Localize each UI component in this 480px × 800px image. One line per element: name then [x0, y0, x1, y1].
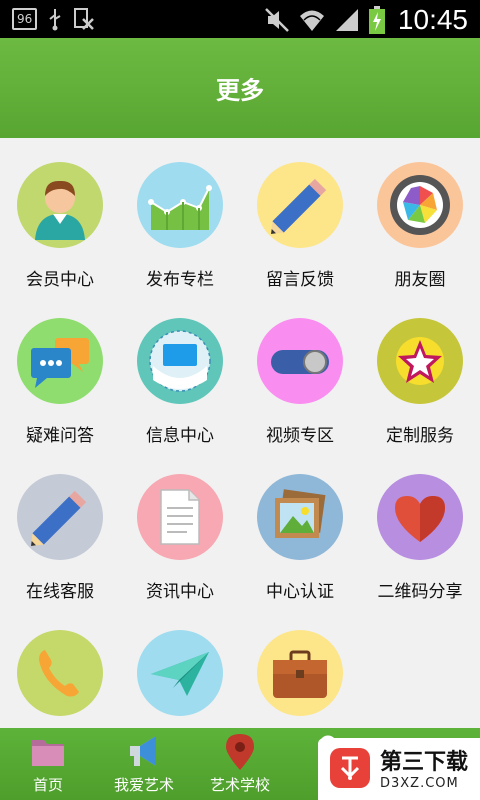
toggle-icon: [257, 318, 343, 404]
aperture-icon: [377, 162, 463, 248]
member-icon: [17, 162, 103, 248]
heart-icon: [377, 474, 463, 560]
folder-icon: [32, 740, 64, 766]
grid-item-label: 资讯中心: [146, 582, 214, 602]
document-icon: [137, 474, 223, 560]
status-bar: 96 10:45: [0, 0, 480, 38]
header: 更多: [0, 38, 480, 138]
grid-item-moments[interactable]: 朋友圈: [360, 138, 480, 290]
grid-item-label: 发布专栏: [146, 270, 214, 290]
pencil-icon: [17, 474, 103, 560]
page-title: 更多: [216, 76, 264, 105]
watermark-subtitle: D3XZ.COM: [380, 776, 459, 791]
grid-item-label: 视频专区: [266, 426, 334, 446]
grid-item-label: 朋友圈: [394, 270, 446, 290]
grid-item-label: 在线客服: [26, 582, 94, 602]
grid-item-custom-service[interactable]: 定制服务: [360, 294, 480, 446]
grid-item-label: 留言反馈: [266, 270, 334, 290]
nav-label: 首页: [32, 776, 63, 794]
nav-item-art-school[interactable]: 艺术学校: [192, 728, 288, 800]
grid-item-news-center[interactable]: 资讯中心: [120, 450, 240, 602]
phone-icon: [17, 630, 103, 716]
grid-item-feedback[interactable]: 留言反馈: [240, 138, 360, 290]
grid-item-label: 定制服务: [386, 426, 454, 446]
grid-item-label: 疑难问答: [26, 426, 94, 446]
mute-icon: [265, 8, 289, 32]
grid-item-info-center[interactable]: 信息中心: [120, 294, 240, 446]
watermark: 第三下载 D3XZ.COM: [318, 738, 480, 800]
grid-item-certification[interactable]: 中心认证: [240, 450, 360, 602]
nav-item-home[interactable]: 首页: [0, 728, 96, 800]
chat-icon: [17, 318, 103, 404]
grid-item-label: 中心认证: [266, 582, 334, 602]
grid-item-label: 二维码分享: [377, 582, 463, 602]
grid-item-label: 信息中心: [146, 426, 214, 446]
watermark-title: 第三下载: [380, 750, 469, 775]
watermark-logo-icon: [330, 748, 370, 788]
wifi-icon: [299, 10, 324, 31]
more-grid: 会员中心 发布专栏 留言反馈 朋友圈 疑难问答 信息中心 视频专区 定制服务 在…: [0, 138, 480, 728]
info-icon: [137, 318, 223, 404]
grid-item-online-service[interactable]: 在线客服: [0, 450, 120, 602]
nav-label: 艺术学校: [209, 776, 270, 794]
nav-label: 我爱艺术: [113, 776, 174, 794]
grid-item-publish-column[interactable]: 发布专栏: [120, 138, 240, 290]
grid-item-member-center[interactable]: 会员中心: [0, 138, 120, 290]
pencil-icon: [257, 162, 343, 248]
signal-icon: [335, 9, 358, 31]
grid-item-label: 会员中心: [26, 270, 94, 290]
usb-icon: [49, 9, 61, 31]
megaphone-icon: [130, 736, 156, 766]
notification-badge-icon: 96: [12, 8, 38, 30]
clock: 10:45: [397, 4, 468, 35]
grid-item-qa[interactable]: 疑难问答: [0, 294, 120, 446]
grid-item-qr-share[interactable]: 二维码分享: [360, 450, 480, 602]
briefcase-icon: [257, 630, 343, 716]
chart-icon: [137, 162, 223, 248]
paper-plane-icon: [137, 630, 223, 716]
battery-charging-icon: [368, 6, 385, 34]
star-icon: [377, 318, 463, 404]
grid-item-video-zone[interactable]: 视频专区: [240, 294, 360, 446]
debug-icon: [74, 8, 95, 30]
nav-item-love-art[interactable]: 我爱艺术: [96, 728, 192, 800]
picture-icon: [257, 474, 343, 560]
map-pin-icon: [226, 734, 254, 770]
